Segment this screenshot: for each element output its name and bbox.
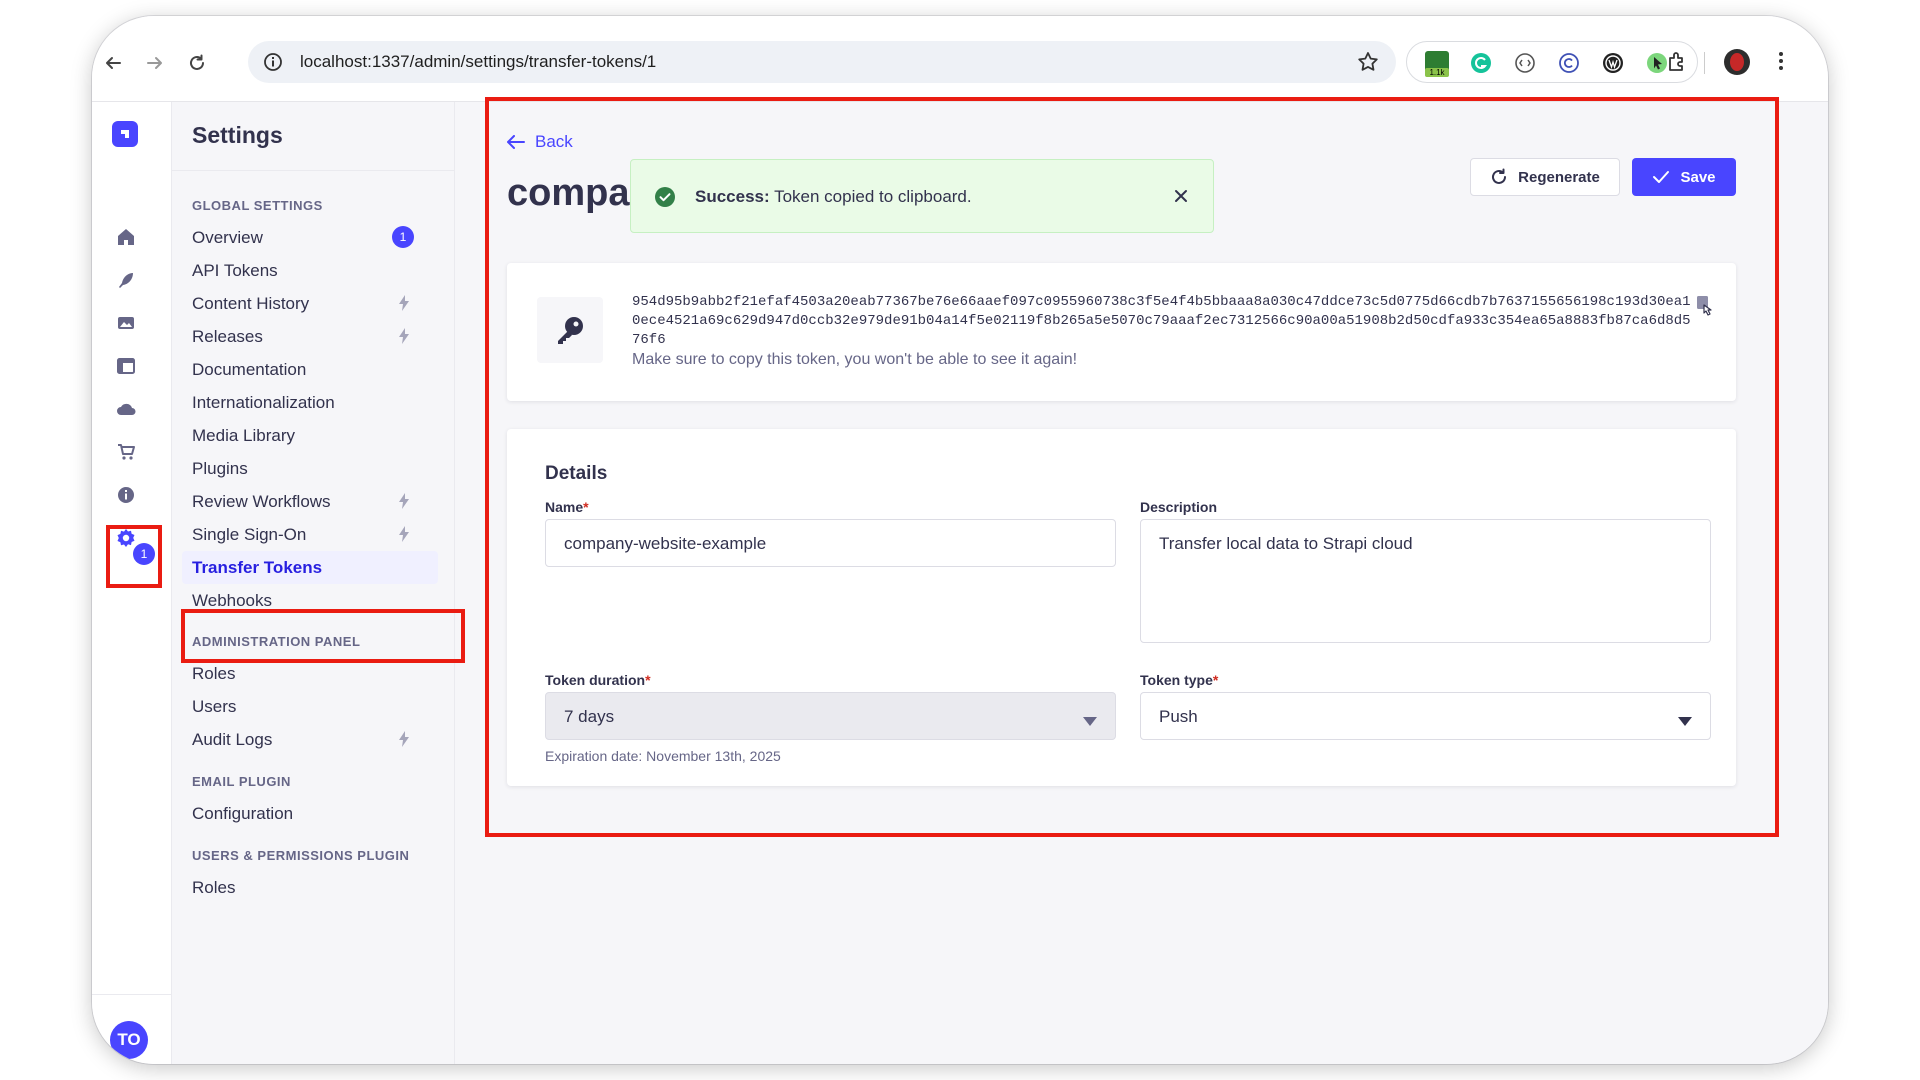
address-bar[interactable]: localhost:1337/admin/settings/transfer-t… xyxy=(248,41,1396,83)
wordpress-icon[interactable] xyxy=(1601,51,1625,75)
sidebar-title: Settings xyxy=(192,122,283,148)
browser-window: localhost:1337/admin/settings/transfer-t… xyxy=(92,16,1828,1064)
sidebar-item-media-library[interactable]: Media Library xyxy=(182,419,438,452)
back-arrow-icon[interactable] xyxy=(98,48,128,78)
reload-icon[interactable] xyxy=(182,48,212,78)
section-email-plugin: EMAIL PLUGIN xyxy=(192,774,291,789)
annotation-settings-highlight xyxy=(106,525,162,588)
sidebar-item-up-roles[interactable]: Roles xyxy=(182,871,438,904)
copyright-extension-icon[interactable] xyxy=(1557,51,1581,75)
sidebar-item-label: API Tokens xyxy=(192,261,278,280)
browser-toolbar: localhost:1337/admin/settings/transfer-t… xyxy=(92,16,1828,102)
sidebar-item-label: Releases xyxy=(192,327,263,346)
sidebar-item-internationalization[interactable]: Internationalization xyxy=(182,386,438,419)
sidebar-item-label: Configuration xyxy=(192,804,294,823)
sidebar-item-users[interactable]: Users xyxy=(182,690,438,723)
sidebar-item-label: Users xyxy=(192,697,237,716)
sidebar-item-label: Single Sign-On xyxy=(192,525,307,544)
sidebar-item-label: Roles xyxy=(192,664,236,683)
lightning-icon xyxy=(398,295,410,316)
lightning-icon xyxy=(398,731,410,752)
sidebar-item-label: Internationalization xyxy=(192,393,335,412)
sidebar-item-single-sign-on[interactable]: Single Sign-On xyxy=(182,518,438,551)
sidebar-item-releases[interactable]: Releases xyxy=(182,320,438,353)
profile-avatar[interactable] xyxy=(1724,49,1750,75)
forward-arrow-icon[interactable] xyxy=(140,48,170,78)
sidebar-item-audit-logs[interactable]: Audit Logs xyxy=(182,723,438,756)
marketplace-cart-icon[interactable] xyxy=(110,436,142,468)
extension-counter-icon[interactable]: 1.1k xyxy=(1425,51,1449,77)
sidebar-item-plugins[interactable]: Plugins xyxy=(182,452,438,485)
settings-sidebar: Settings GLOBAL SETTINGS Overview 1 API … xyxy=(172,102,455,1064)
sidebar-divider xyxy=(172,170,454,171)
sidebar-item-label: Documentation xyxy=(192,360,307,379)
strapi-logo-icon[interactable] xyxy=(112,121,138,147)
sidebar-item-label: Content History xyxy=(192,294,310,313)
sidebar-item-review-workflows[interactable]: Review Workflows xyxy=(182,485,438,518)
browser-menu-icon[interactable] xyxy=(1778,50,1784,77)
extensions-group: 1.1k xyxy=(1406,41,1698,83)
sidebar-item-label: Media Library xyxy=(192,426,295,445)
sidebar-item-label: Transfer Tokens xyxy=(192,558,323,577)
lightning-icon xyxy=(398,526,410,547)
section-global-settings: GLOBAL SETTINGS xyxy=(192,198,323,213)
sidebar-item-label: Webhooks xyxy=(192,591,273,610)
sidebar-item-label: Review Workflows xyxy=(192,492,331,511)
sidebar-item-label: Audit Logs xyxy=(192,730,273,749)
extension-badge: 1.1k xyxy=(1425,68,1449,77)
sidebar-item-label: Plugins xyxy=(192,459,248,478)
annotation-transfer-tokens-highlight xyxy=(181,609,465,663)
user-avatar[interactable]: TO xyxy=(110,1021,148,1059)
section-users-permissions-plugin: USERS & PERMISSIONS PLUGIN xyxy=(192,848,410,863)
annotation-main-highlight xyxy=(485,97,1779,837)
home-icon[interactable] xyxy=(110,221,142,253)
sidebar-item-transfer-tokens[interactable]: Transfer Tokens xyxy=(182,551,438,584)
code-extension-icon[interactable] xyxy=(1513,51,1537,75)
sidebar-item-label: Overview xyxy=(192,228,263,247)
sidebar-item-api-tokens[interactable]: API Tokens xyxy=(182,254,438,287)
bookmark-star-icon[interactable] xyxy=(1356,50,1380,79)
media-library-icon[interactable] xyxy=(110,307,142,339)
content-type-builder-icon[interactable] xyxy=(110,350,142,382)
sidebar-item-configuration[interactable]: Configuration xyxy=(182,797,438,830)
lightning-icon xyxy=(398,493,410,514)
url-text: localhost:1337/admin/settings/transfer-t… xyxy=(300,52,657,71)
toolbar-divider xyxy=(1704,52,1705,74)
grammarly-icon[interactable] xyxy=(1469,51,1493,75)
cloud-icon[interactable] xyxy=(110,393,142,425)
sidebar-item-content-history[interactable]: Content History xyxy=(182,287,438,320)
content-manager-feather-icon[interactable] xyxy=(110,264,142,296)
site-info-icon[interactable] xyxy=(262,51,284,78)
rail-divider xyxy=(92,994,172,995)
info-icon[interactable] xyxy=(110,479,142,511)
sidebar-item-overview[interactable]: Overview 1 xyxy=(182,221,438,254)
sidebar-item-documentation[interactable]: Documentation xyxy=(182,353,438,386)
puzzle-extensions-icon[interactable] xyxy=(1665,50,1689,74)
lightning-icon xyxy=(398,328,410,349)
sidebar-item-label: Roles xyxy=(192,878,236,897)
overview-badge: 1 xyxy=(392,226,414,248)
